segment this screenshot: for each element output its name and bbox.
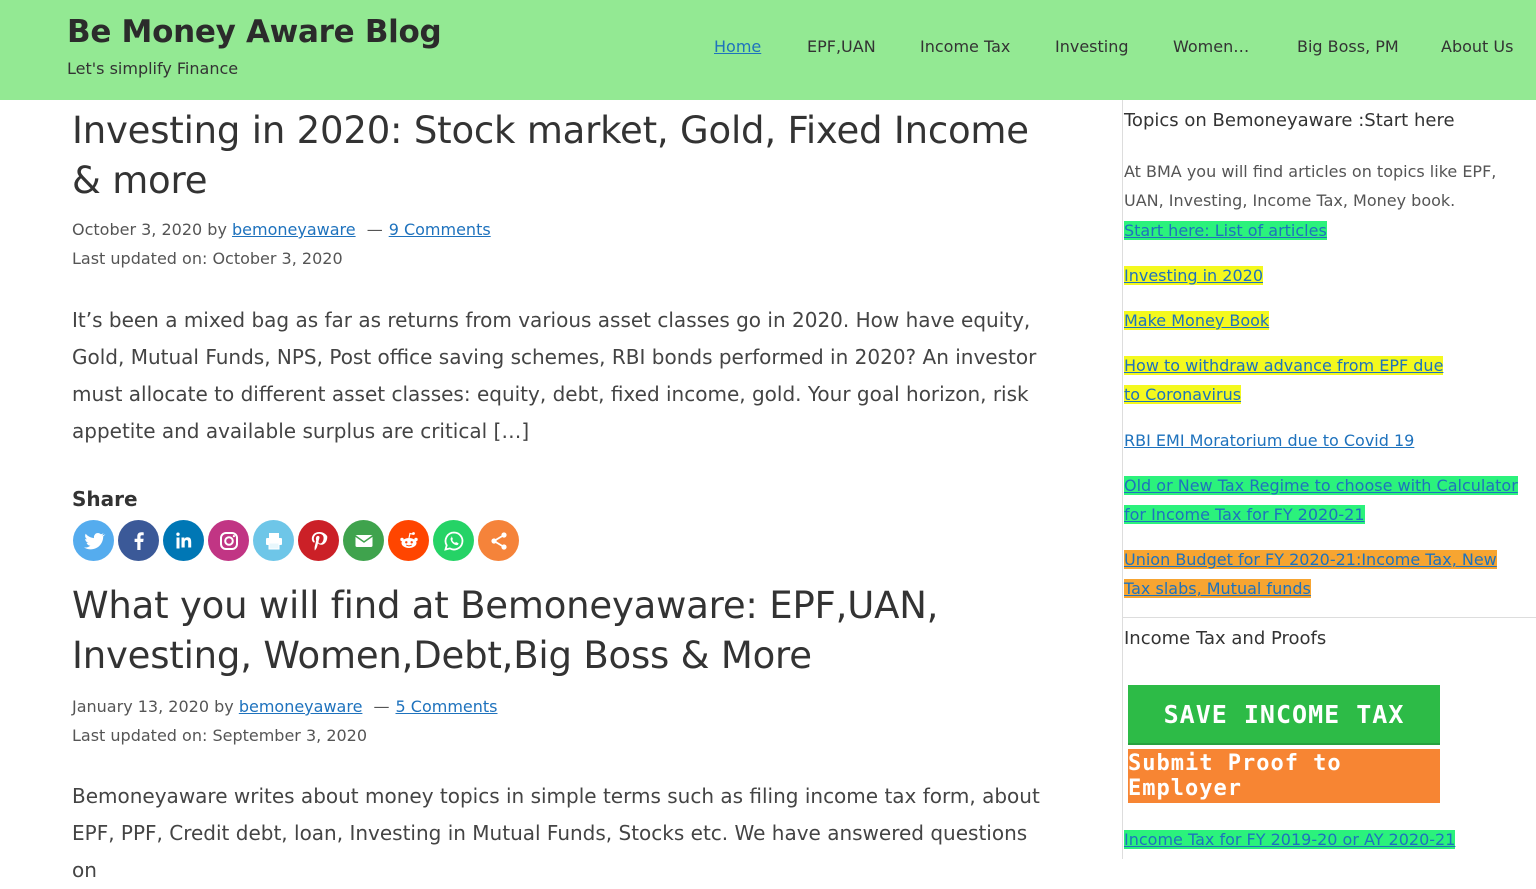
post-meta: October 3, 2020 by bemoneyaware — 9 Comme… [72, 220, 491, 239]
sidebar-link-epf-withdraw[interactable]: How to withdraw advance from EPF due to … [1124, 351, 1454, 409]
share-label: Share [72, 487, 138, 511]
sidebar-link-union-budget[interactable]: Union Budget for FY 2020-21:Income Tax, … [1124, 545, 1509, 603]
nav-women[interactable]: Women… [1173, 37, 1249, 56]
sidebar-divider [1122, 617, 1536, 618]
nav-big-boss-pm[interactable]: Big Boss, PM [1297, 37, 1399, 56]
post-author-link[interactable]: bemoneyaware [232, 220, 356, 239]
whatsapp-share-button[interactable] [433, 520, 474, 561]
widget-title-topics: Topics on Bemoneyaware :Start here [1124, 110, 1455, 131]
whatsapp-icon [443, 531, 463, 551]
sidebar-link-rbi-emi[interactable]: RBI EMI Moratorium due to Covid 19 [1124, 426, 1414, 455]
reddit-icon [399, 531, 418, 548]
main-nav: Home EPF,UAN Income Tax Investing Women…… [0, 37, 1536, 61]
post-date: January 13, 2020 [72, 697, 209, 716]
site-tagline: Let's simplify Finance [67, 59, 239, 78]
facebook-icon [134, 531, 144, 550]
linkedin-icon [175, 532, 191, 548]
nav-about-us[interactable]: About Us [1441, 37, 1513, 56]
email-icon [354, 534, 373, 547]
nav-income-tax[interactable]: Income Tax [920, 37, 1010, 56]
widget-topics-text: At BMA you will find articles on topics … [1124, 162, 1497, 210]
post-excerpt: It’s been a mixed bag as far as returns … [72, 308, 1037, 443]
post-title[interactable]: Investing in 2020: Stock market, Gold, F… [72, 106, 1062, 206]
post-title[interactable]: What you will find at Bemoneyaware: EPF,… [72, 581, 972, 681]
sidebar-link-make-money-book[interactable]: Make Money Book [1124, 306, 1270, 335]
reddit-share-button[interactable] [388, 520, 429, 561]
instagram-icon [219, 531, 238, 550]
post-updated: Last updated on: September 3, 2020 [72, 726, 368, 745]
meta-separator: — [366, 220, 383, 239]
post-comments-link[interactable]: 9 Comments [389, 220, 491, 239]
nav-epf-uan[interactable]: EPF,UAN [807, 37, 876, 56]
linkedin-share-button[interactable] [163, 520, 204, 561]
post-by: by [207, 220, 227, 239]
post-by: by [214, 697, 234, 716]
twitter-icon [83, 532, 105, 549]
site-header: Be Money Aware Blog Let's simplify Finan… [0, 0, 1536, 100]
post-author-link[interactable]: bemoneyaware [239, 697, 363, 716]
sidebar-border [1122, 100, 1123, 859]
post-comments-link[interactable]: 5 Comments [396, 697, 498, 716]
nav-home[interactable]: Home [714, 37, 761, 56]
twitter-share-button[interactable] [73, 520, 114, 561]
widget-title-income-tax: Income Tax and Proofs [1124, 628, 1327, 649]
more-share-icon [490, 531, 507, 550]
pinterest-share-button[interactable] [298, 520, 339, 561]
sidebar-link-start-here[interactable]: Start here: List of articles [1124, 216, 1327, 245]
pinterest-icon [311, 531, 327, 550]
instagram-share-button[interactable] [208, 520, 249, 561]
print-share-button[interactable] [253, 520, 294, 561]
submit-proof-banner[interactable]: Submit Proof to Employer [1128, 749, 1440, 803]
post-excerpt: Bemoneyaware writes about money topics i… [72, 784, 1040, 882]
sidebar-link-investing-2020[interactable]: Investing in 2020 [1124, 261, 1263, 290]
post-meta: January 13, 2020 by bemoneyaware — 5 Comm… [72, 697, 498, 716]
print-icon [265, 532, 282, 549]
post-updated: Last updated on: October 3, 2020 [72, 249, 343, 268]
meta-separator: — [373, 697, 390, 716]
sidebar-link-income-tax-fy[interactable]: Income Tax for FY 2019-20 or AY 2020-21 [1124, 825, 1456, 854]
more-share-button[interactable] [478, 520, 519, 561]
email-share-button[interactable] [343, 520, 384, 561]
facebook-share-button[interactable] [118, 520, 159, 561]
save-income-tax-banner[interactable]: SAVE INCOME TAX [1128, 685, 1440, 745]
nav-investing[interactable]: Investing [1055, 37, 1129, 56]
post-date: October 3, 2020 [72, 220, 203, 239]
sidebar-link-tax-regime[interactable]: Old or New Tax Regime to choose with Cal… [1124, 471, 1524, 529]
